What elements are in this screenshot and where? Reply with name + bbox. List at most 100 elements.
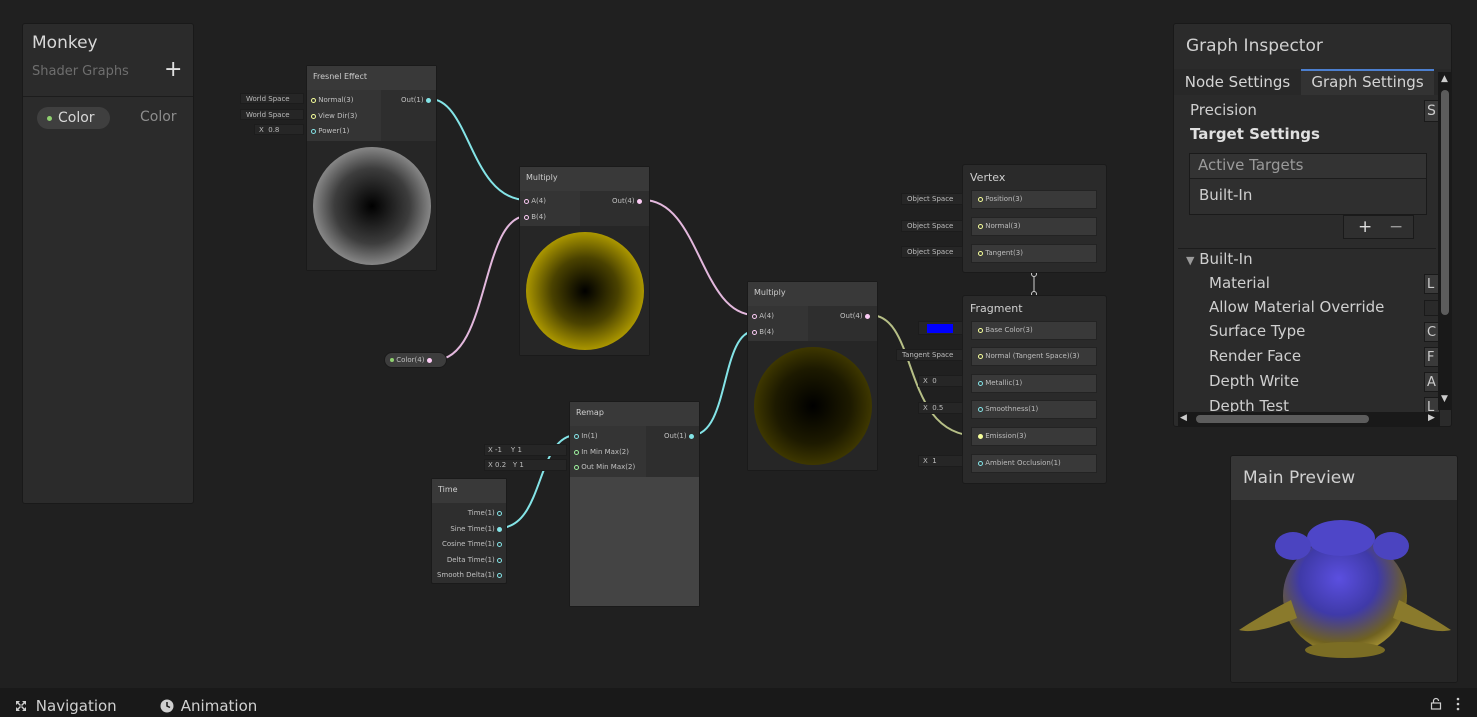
allow-material-override-label: Allow Material Override (1209, 298, 1385, 316)
add-property-icon[interactable]: + (164, 59, 182, 81)
remove-target-icon[interactable]: − (1389, 217, 1403, 237)
node-title: Remap (570, 402, 699, 426)
tab-node-settings[interactable]: Node Settings (1174, 69, 1301, 95)
wire-remap-to-multiply (691, 330, 756, 436)
node-preview (570, 477, 699, 606)
tab-graph-settings[interactable]: Graph Settings (1301, 69, 1434, 95)
active-targets-header: Active Targets (1198, 156, 1304, 174)
b-port[interactable]: B(4) (524, 212, 546, 222)
node-title: Multiply (748, 282, 877, 306)
smoothness-field[interactable]: X 0.5 (918, 402, 963, 414)
out-port[interactable]: Out(1) (664, 431, 694, 441)
property-pill[interactable]: Color (37, 107, 110, 129)
smoothness-slot[interactable]: Smoothness(1) (971, 400, 1097, 419)
animation-label: Animation (180, 697, 258, 715)
fresnel-effect-node[interactable]: Fresnel Effect Normal(3) View Dir(3) Pow… (306, 65, 437, 271)
normal-space-chip[interactable]: Object Space (901, 220, 963, 232)
node-title: Time (432, 479, 506, 503)
blackboard-title: Monkey (32, 33, 98, 53)
base-color-field[interactable] (918, 321, 963, 335)
out-port[interactable]: Out(4) (612, 196, 642, 206)
sine-time-port[interactable]: Sine Time(1) (450, 524, 502, 534)
normal-space-chip[interactable]: World Space (240, 93, 304, 104)
precision-label: Precision (1190, 101, 1257, 119)
power-port[interactable]: Power(1) (311, 126, 349, 136)
property-name: Color (58, 110, 95, 126)
normal-port[interactable]: Normal(3) (311, 95, 353, 105)
section-label: Built-In (1199, 250, 1253, 268)
out-min-max-field[interactable]: X 0.2 Y 1 (484, 459, 567, 471)
graph-inspector: Graph Inspector Node Settings Graph Sett… (1173, 23, 1452, 427)
node-preview (520, 226, 649, 355)
metallic-slot[interactable]: Metallic(1) (971, 374, 1097, 393)
render-face-label: Render Face (1209, 347, 1302, 365)
base-color-swatch (927, 324, 953, 333)
blackboard: Monkey Shader Graphs + Color Color (22, 23, 194, 504)
metallic-field[interactable]: X 0 (918, 375, 963, 387)
node-title: Multiply (520, 167, 649, 191)
out-port[interactable]: Out(4) (840, 311, 870, 321)
position-space-chip[interactable]: Object Space (901, 193, 963, 205)
position-slot[interactable]: Position(3) (971, 190, 1097, 209)
out-min-max-port[interactable]: Out Min Max(2) (574, 462, 635, 472)
main-preview: Main Preview (1230, 455, 1458, 683)
tangent-space-chip[interactable]: Object Space (901, 246, 963, 258)
vertical-scrollbar[interactable]: ▲ ▼ (1438, 72, 1451, 410)
surface-type-label: Surface Type (1209, 322, 1306, 340)
in-min-max-port[interactable]: In Min Max(2) (574, 447, 629, 457)
viewdir-space-chip[interactable]: World Space (240, 109, 304, 120)
cosine-time-port[interactable]: Cosine Time(1) (442, 539, 502, 549)
depth-write-label: Depth Write (1209, 372, 1300, 390)
emission-slot[interactable]: Emission(3) (971, 427, 1097, 446)
foldout-triangle-icon: ▼ (1186, 254, 1195, 267)
normal-slot[interactable]: Normal(3) (971, 217, 1097, 236)
viewdir-port[interactable]: View Dir(3) (311, 111, 357, 121)
in-min-max-field[interactable]: X -1 Y 1 (484, 444, 567, 456)
base-color-slot[interactable]: Base Color(3) (971, 321, 1097, 340)
monkey-mesh-icon (1239, 520, 1451, 658)
node-title: Fresnel Effect (307, 66, 436, 90)
smooth-delta-port[interactable]: Smooth Delta(1) (437, 570, 502, 580)
time-node[interactable]: Time Time(1) Sine Time(1) Cosine Time(1)… (431, 478, 507, 584)
multiply-node-1[interactable]: Multiply A(4) B(4) Out(4) (519, 166, 650, 356)
vertex-title: Vertex (970, 171, 1006, 184)
active-targets-list: Active Targets Built-In (1189, 153, 1427, 215)
delta-time-port[interactable]: Delta Time(1) (447, 555, 502, 565)
target-item-builtin[interactable]: Built-In (1199, 186, 1252, 204)
normal-space-chip[interactable]: Tangent Space (896, 349, 963, 361)
out-port[interactable]: Out(1) (401, 95, 431, 105)
color-property-label: Color(4) (396, 356, 425, 364)
inspector-title: Graph Inspector (1186, 36, 1323, 56)
multiply-node-2[interactable]: Multiply A(4) B(4) Out(4) (747, 281, 878, 471)
fragment-title: Fragment (970, 302, 1023, 315)
wire-color-to-multiply (434, 215, 528, 361)
remap-node[interactable]: Remap In(1) In Min Max(2) Out Min Max(2)… (569, 401, 700, 607)
time-port[interactable]: Time(1) (468, 508, 502, 518)
horizontal-scrollbar[interactable]: ◀ ▶ (1178, 412, 1440, 426)
a-port[interactable]: A(4) (524, 196, 546, 206)
a-port[interactable]: A(4) (752, 311, 774, 321)
wire-multiply-to-multiply (642, 199, 756, 316)
ambient-occlusion-slot[interactable]: Ambient Occlusion(1) (971, 454, 1097, 473)
in-port[interactable]: In(1) (574, 431, 598, 441)
animation-button[interactable]: Animation (160, 696, 257, 716)
preview-viewport[interactable] (1231, 500, 1457, 682)
list-buttons: + − (1343, 215, 1414, 239)
builtin-section-header[interactable]: ▼ Built-In (1186, 250, 1253, 268)
target-settings-label: Target Settings (1190, 125, 1320, 143)
ambient-occlusion-field[interactable]: X 1 (918, 455, 963, 467)
bottom-toolbar: Navigation Animation (0, 688, 1477, 717)
navigation-icon (16, 701, 26, 711)
color-property-node[interactable]: Color(4) (384, 352, 447, 368)
lock-icon[interactable] (1430, 697, 1442, 710)
node-preview (307, 141, 436, 270)
add-target-icon[interactable]: + (1358, 217, 1372, 237)
navigation-button[interactable]: Navigation (15, 696, 117, 716)
normal-tangent-slot[interactable]: Normal (Tangent Space)(3) (971, 347, 1097, 366)
more-options-icon[interactable] (1455, 697, 1461, 711)
tangent-slot[interactable]: Tangent(3) (971, 244, 1097, 263)
power-input-chip[interactable]: X 0.8 (254, 124, 304, 135)
b-port[interactable]: B(4) (752, 327, 774, 337)
exposed-dot-icon (47, 115, 52, 121)
node-preview (748, 341, 877, 470)
